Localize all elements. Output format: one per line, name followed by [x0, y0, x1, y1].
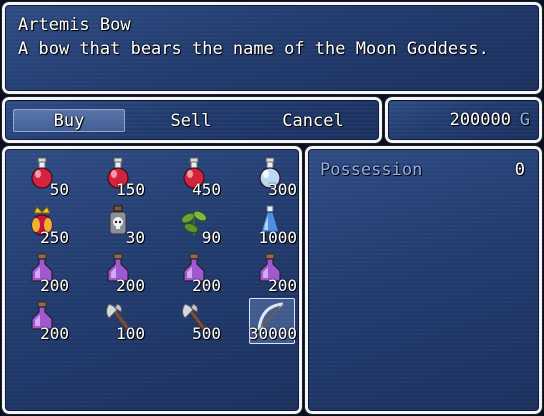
shop-item-slot[interactable]: 200	[13, 298, 73, 344]
possession-label: Possession	[320, 160, 423, 180]
item-price: 200	[40, 276, 69, 295]
shop-item-slot[interactable]: 200	[89, 250, 149, 296]
status-window: Possession 0	[304, 145, 543, 415]
shop-item-slot[interactable]: 200	[165, 250, 225, 296]
shop-item-list: 50 150 450 300 250 30 90 1000 200 200 20…	[1, 145, 303, 415]
currency-unit: G	[519, 110, 530, 130]
item-price: 250	[40, 228, 69, 247]
help-window: Artemis Bow A bow that bears the name of…	[1, 1, 543, 95]
shop-item-slot[interactable]: 300	[241, 154, 299, 200]
shop-item-slot[interactable]: 250	[13, 202, 73, 248]
item-price: 200	[40, 324, 69, 343]
shop-item-slot[interactable]: 200	[241, 250, 299, 296]
item-price: 200	[116, 276, 145, 295]
item-price: 300	[268, 180, 297, 199]
command-window: Buy Sell Cancel	[1, 96, 383, 144]
shop-item-slot[interactable]: 100	[89, 298, 149, 344]
shop-item-slot[interactable]: 150	[89, 154, 149, 200]
shop-item-slot[interactable]: 1000	[241, 202, 299, 248]
sell-command[interactable]: Sell	[135, 109, 247, 133]
item-description: A bow that bears the name of the Moon Go…	[18, 39, 489, 59]
item-price: 90	[201, 228, 221, 247]
buy-command[interactable]: Buy	[13, 109, 125, 133]
gold-window: 200000 G	[384, 96, 543, 144]
shop-item-slot[interactable]: 200	[13, 250, 73, 296]
possession-count: 0	[514, 160, 525, 180]
shop-item-slot[interactable]: 30000	[241, 298, 299, 344]
shop-item-slot[interactable]: 450	[165, 154, 225, 200]
item-price: 1000	[258, 228, 297, 247]
item-price: 150	[116, 180, 145, 199]
item-price: 450	[192, 180, 221, 199]
shop-item-slot[interactable]: 50	[13, 154, 73, 200]
item-price: 50	[49, 180, 69, 199]
item-price: 30	[125, 228, 145, 247]
item-price: 100	[116, 324, 145, 343]
shop-item-slot[interactable]: 500	[165, 298, 225, 344]
shop-item-slot[interactable]: 30	[89, 202, 149, 248]
item-price: 200	[268, 276, 297, 295]
item-price: 500	[192, 324, 221, 343]
item-name: Artemis Bow	[18, 15, 131, 35]
item-price: 200	[192, 276, 221, 295]
shop-item-slot[interactable]: 90	[165, 202, 225, 248]
gold-amount: 200000	[449, 110, 511, 130]
cancel-command[interactable]: Cancel	[257, 109, 369, 133]
item-price: 30000	[248, 324, 297, 343]
